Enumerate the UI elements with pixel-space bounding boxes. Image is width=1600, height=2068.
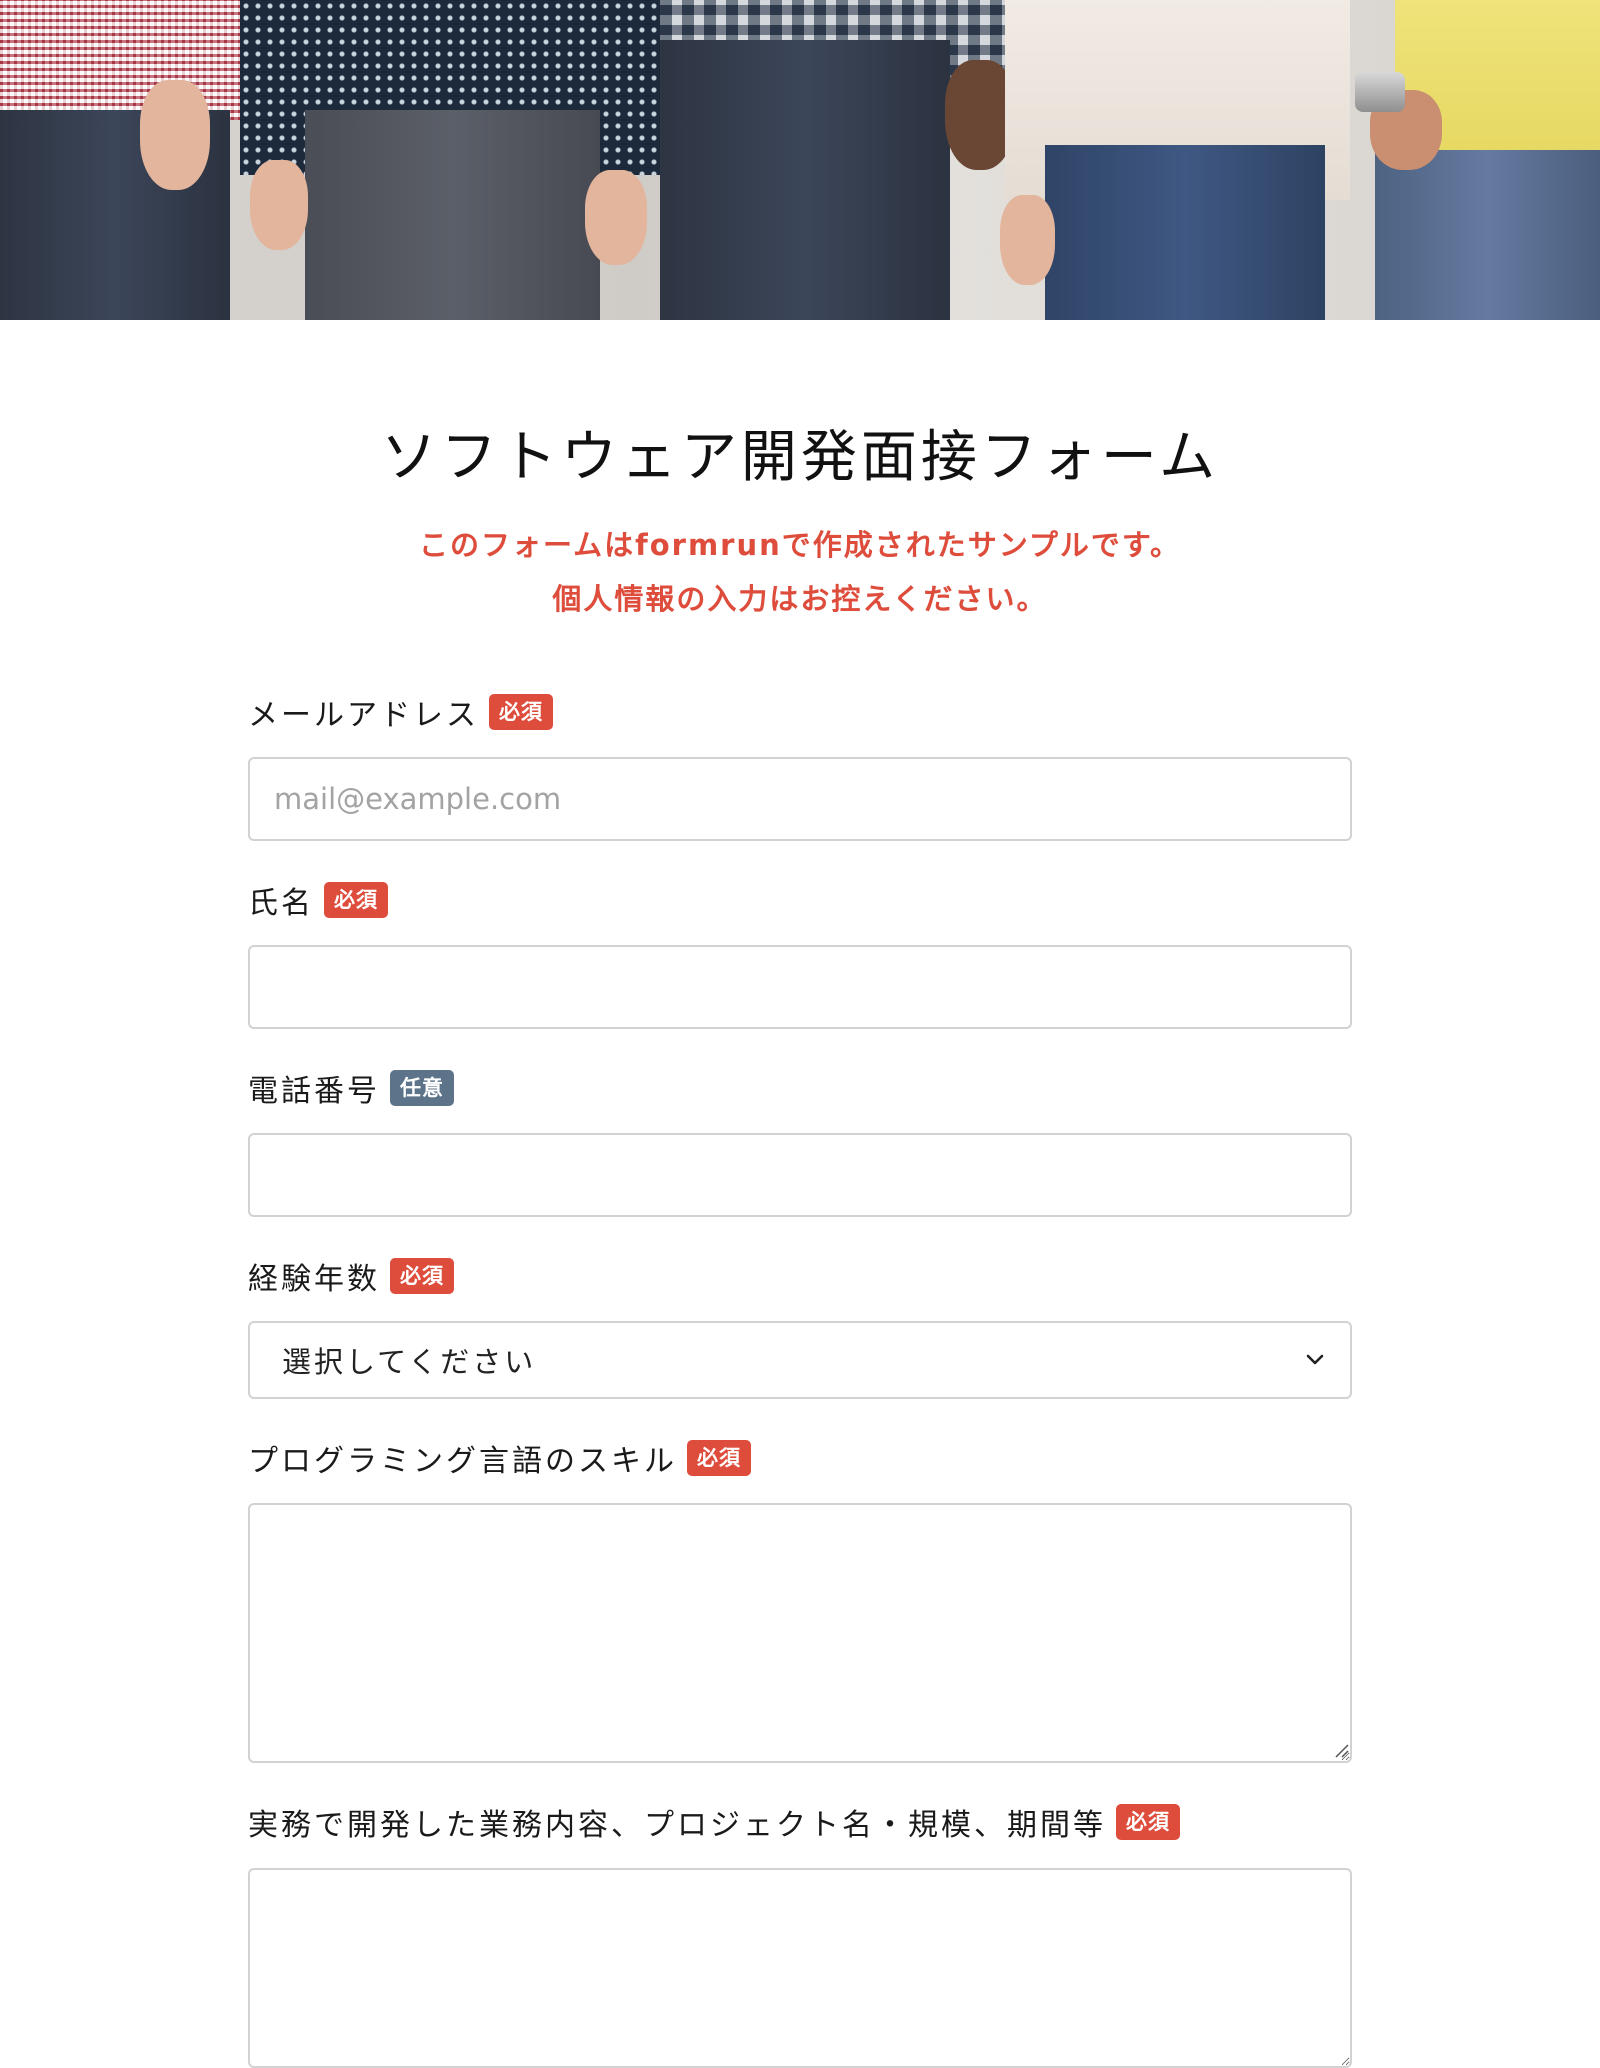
required-badge: 必須 xyxy=(687,1440,751,1476)
sample-notice: このフォームはformrunで作成されたサンプルです。 個人情報の入力はお控えく… xyxy=(0,518,1600,626)
person-hand xyxy=(250,160,308,250)
experience-label-text: 経験年数 xyxy=(248,1262,380,1297)
skills-label-text: プログラミング言語のスキル xyxy=(248,1444,677,1479)
required-badge: 必須 xyxy=(489,694,553,730)
person-trousers xyxy=(305,110,600,320)
experience-selected-value: 選択してください xyxy=(282,1345,537,1379)
header-image xyxy=(0,0,1600,320)
optional-badge: 任意 xyxy=(390,1070,454,1106)
person-jeans xyxy=(660,40,950,320)
person-hand xyxy=(140,80,210,190)
skills-label: プログラミング言語のスキル 必須 xyxy=(248,1436,751,1480)
phone-label: 電話番号 任意 xyxy=(248,1066,454,1110)
required-badge: 必須 xyxy=(324,882,388,918)
projects-textarea[interactable] xyxy=(248,1868,1352,2068)
email-label: メールアドレス 必須 xyxy=(248,690,553,734)
person-hand xyxy=(585,170,647,265)
experience-label: 経験年数 必須 xyxy=(248,1254,454,1298)
phone-label-text: 電話番号 xyxy=(248,1074,380,1109)
form-title: ソフトウェア開発面接フォーム xyxy=(380,425,1220,490)
name-label: 氏名 必須 xyxy=(248,878,388,922)
notice-line-1: このフォームはformrunで作成されたサンプルです。 xyxy=(418,528,1181,562)
person-hand xyxy=(1000,195,1055,285)
person-jeans xyxy=(1045,145,1325,320)
phone-input[interactable] xyxy=(248,1133,1352,1217)
skills-textarea[interactable] xyxy=(248,1503,1352,1763)
resize-handle-icon[interactable] xyxy=(1332,1741,1350,1759)
name-label-text: 氏名 xyxy=(248,886,314,921)
projects-label-text: 実務で開発した業務内容、プロジェクト名・規模、期間等 xyxy=(248,1808,1106,1843)
experience-select[interactable]: 選択してください xyxy=(248,1321,1352,1399)
name-input[interactable] xyxy=(248,945,1352,1029)
email-label-text: メールアドレス xyxy=(248,698,479,733)
watch-icon xyxy=(1355,72,1405,112)
required-badge: 必須 xyxy=(390,1258,454,1294)
projects-label: 実務で開発した業務内容、プロジェクト名・規模、期間等 必須 xyxy=(248,1800,1180,1844)
chevron-down-icon xyxy=(1306,1354,1324,1365)
required-badge: 必須 xyxy=(1116,1804,1180,1840)
notice-line-2: 個人情報の入力はお控えください。 xyxy=(552,582,1048,616)
email-input[interactable] xyxy=(248,757,1352,841)
person-jeans xyxy=(1375,150,1600,320)
